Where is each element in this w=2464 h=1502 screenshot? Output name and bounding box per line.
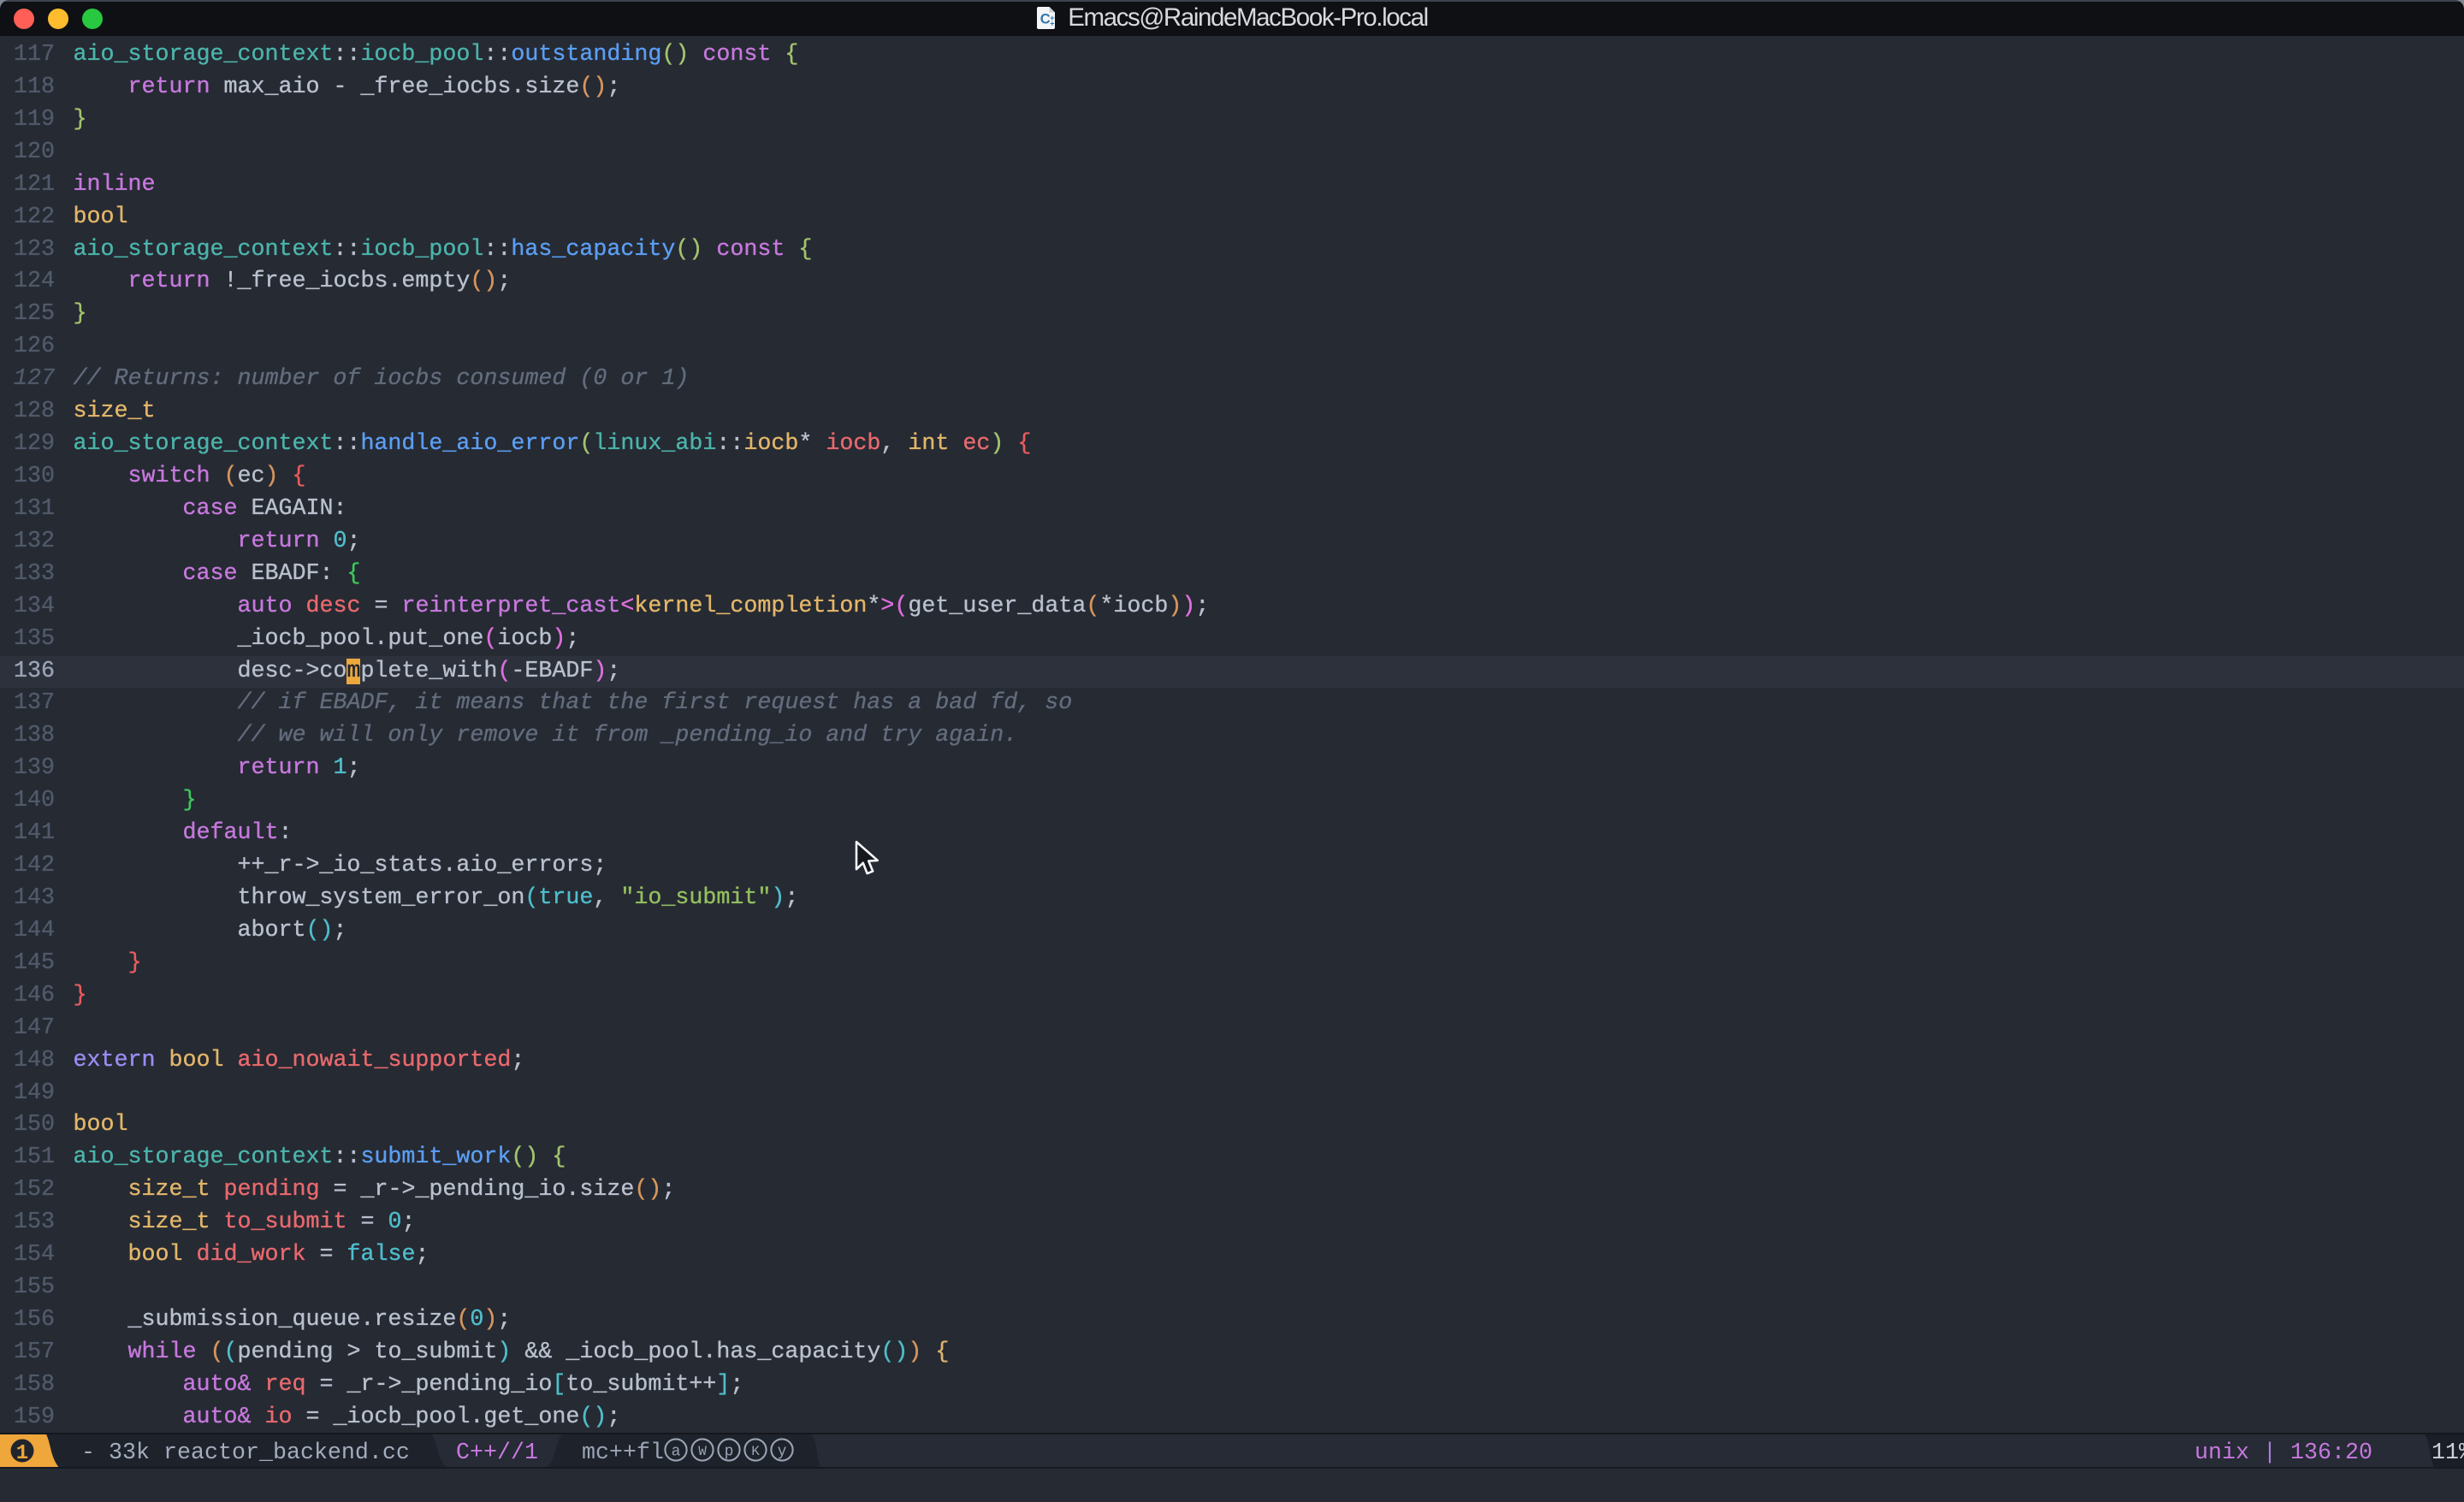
svg-text:a: a bbox=[672, 1444, 681, 1461]
svg-text:1: 1 bbox=[16, 1442, 28, 1465]
svg-text:W: W bbox=[698, 1444, 707, 1459]
svg-text:K: K bbox=[751, 1444, 760, 1459]
svg-text:- 33k reactor_backend.cc: - 33k reactor_backend.cc bbox=[81, 1440, 410, 1466]
svg-text:unix: unix bbox=[2194, 1440, 2249, 1466]
svg-text:C: C bbox=[1040, 12, 1051, 27]
svg-text:p: p bbox=[725, 1444, 734, 1461]
svg-text:y: y bbox=[778, 1444, 787, 1461]
svg-text:mc++fl: mc++fl bbox=[582, 1440, 664, 1466]
svg-text:C++//1: C++//1 bbox=[456, 1440, 538, 1466]
svg-text:11%: 11% bbox=[2431, 1440, 2464, 1466]
svg-text:136:20: 136:20 bbox=[2290, 1440, 2372, 1466]
svg-text:|: | bbox=[2263, 1440, 2277, 1466]
